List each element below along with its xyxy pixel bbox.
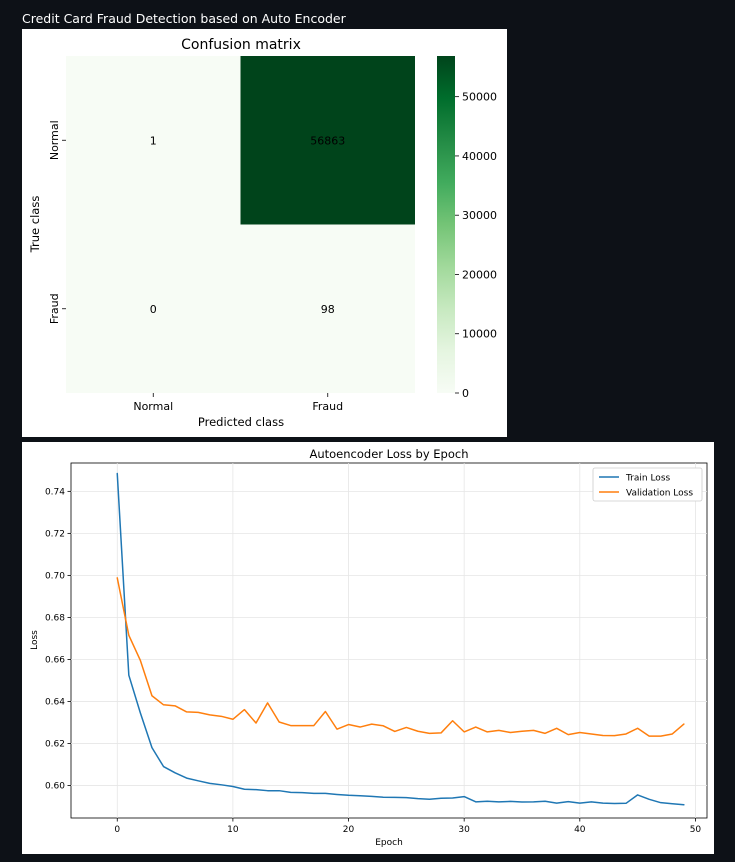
y-tick-label: 0.72 bbox=[45, 529, 65, 539]
legend-label-train: Train Loss bbox=[625, 474, 671, 484]
colorbar-tick-label: 40000 bbox=[462, 150, 497, 163]
confusion-matrix-ylabel: True class bbox=[28, 196, 42, 254]
legend: Train Loss Validation Loss bbox=[592, 467, 703, 502]
loss-chart: 0 10 20 30 40 50 0.60 0.62 0.64 0.66 0.68 0.70 0.72 0… bbox=[30, 447, 708, 848]
series-line-train-loss bbox=[116, 472, 685, 806]
colorbar-tick-label: 10000 bbox=[462, 328, 497, 341]
loss-figure: 0 10 20 30 40 50 0.60 0.62 0.64 0.66 0.68 0.70 0.72 0… bbox=[22, 442, 714, 854]
confusion-matrix-title: Confusion matrix bbox=[181, 37, 301, 53]
plot-frame bbox=[70, 462, 708, 819]
cm-cell-value: 98 bbox=[321, 303, 335, 316]
confusion-matrix-xlabel: Predicted class bbox=[198, 415, 284, 429]
x-tick-label: Fraud bbox=[312, 400, 343, 413]
loss-chart-xlabel: Epoch bbox=[375, 838, 403, 848]
y-tick-label: 0.68 bbox=[45, 613, 65, 623]
colorbar bbox=[437, 56, 455, 393]
cm-cell-value: 0 bbox=[150, 303, 157, 316]
colorbar-tick-label: 50000 bbox=[462, 91, 497, 104]
y-tick-label: 0.62 bbox=[45, 739, 65, 749]
x-tick-label: Normal bbox=[133, 400, 173, 413]
x-tick-label: 50 bbox=[690, 825, 702, 835]
y-tick-label: 0.70 bbox=[45, 571, 65, 581]
confusion-matrix-chart: Confusion matrix Predicted class True cl… bbox=[28, 37, 497, 429]
series-line-validation-loss bbox=[116, 577, 685, 737]
page-title: Credit Card Fraud Detection based on Aut… bbox=[22, 11, 346, 26]
colorbar-tick-label: 0 bbox=[462, 387, 469, 400]
confusion-matrix-figure: Confusion matrix Predicted class True cl… bbox=[22, 29, 507, 437]
loss-chart-title: Autoencoder Loss by Epoch bbox=[309, 447, 468, 461]
x-tick-label: 20 bbox=[343, 825, 355, 835]
loss-chart-ylabel: Loss bbox=[30, 630, 40, 650]
cm-cell-value: 56863 bbox=[310, 134, 345, 147]
y-tick-label: 0.66 bbox=[45, 655, 65, 665]
y-tick-label: Normal bbox=[48, 120, 61, 160]
colorbar-tick-label: 20000 bbox=[462, 268, 497, 281]
cm-cell-value: 1 bbox=[150, 134, 157, 147]
legend-label-validation: Validation Loss bbox=[626, 489, 693, 499]
y-tick-label: 0.64 bbox=[45, 697, 65, 707]
y-tick-label: 0.74 bbox=[45, 487, 65, 497]
colorbar-tick-label: 30000 bbox=[462, 209, 497, 222]
x-tick-label: 30 bbox=[458, 825, 470, 835]
y-tick-label: 0.60 bbox=[45, 781, 65, 791]
x-tick-label: 40 bbox=[574, 825, 586, 835]
x-tick-label: 0 bbox=[114, 825, 120, 835]
y-tick-label: Fraud bbox=[48, 293, 61, 324]
x-tick-label: 10 bbox=[227, 825, 239, 835]
